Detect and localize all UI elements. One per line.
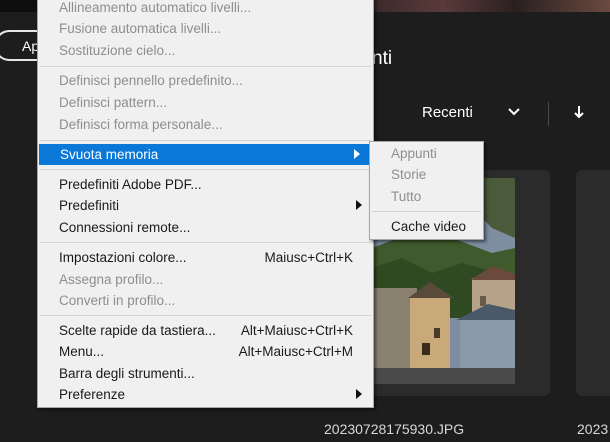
sort-arrow-down-icon[interactable] xyxy=(572,104,586,120)
menu-separator xyxy=(40,242,371,243)
shortcut-label: Maiusc+Ctrl+K xyxy=(264,250,353,265)
menu-item-toolbar[interactable]: Barra degli strumenti... xyxy=(38,363,373,384)
menu-item-presets[interactable]: Predefiniti xyxy=(38,195,373,216)
menu-item-assign-profile[interactable]: Assegna profilo... xyxy=(38,269,373,290)
menu-item-define-pattern[interactable]: Definisci pattern... xyxy=(38,92,373,113)
menu-separator xyxy=(372,211,481,212)
recent-file-card-2[interactable] xyxy=(576,170,610,396)
submenu-item-video-cache[interactable]: Cache video xyxy=(370,216,483,237)
submenu-arrow-icon xyxy=(356,200,362,210)
menu-separator xyxy=(40,66,371,67)
submenu-arrow-icon xyxy=(356,389,362,399)
menu-separator xyxy=(40,169,371,170)
toolbar-divider xyxy=(548,102,549,126)
shortcut-label: Alt+Maiusc+Ctrl+K xyxy=(240,323,353,338)
menu-item-sky-replacement[interactable]: Sostituzione cielo... xyxy=(38,40,373,61)
file-name: 20230728175930.JPG xyxy=(324,421,465,437)
menu-item-define-brush[interactable]: Definisci pennello predefinito... xyxy=(38,70,373,91)
menu-item-remote-connections[interactable]: Connessioni remote... xyxy=(38,217,373,238)
menu-item-purge[interactable]: Svuota memoria xyxy=(39,144,371,165)
menu-item-color-settings[interactable]: Impostazioni colore... Maiusc+Ctrl+K xyxy=(38,247,373,268)
sort-dropdown[interactable]: Recenti xyxy=(422,104,473,121)
menu-item-preferences[interactable]: Preferenze xyxy=(38,384,373,405)
menu-item-keyboard-shortcuts[interactable]: Scelte rapide da tastiera... Alt+Maiusc+C… xyxy=(38,320,373,341)
section-title: nti xyxy=(372,48,393,69)
menu-item-auto-align-layers[interactable]: Allineamento automatico livelli... xyxy=(38,0,373,18)
submenu-item-all[interactable]: Tutto xyxy=(370,186,483,207)
submenu-item-histories[interactable]: Storie xyxy=(370,164,483,185)
menu-item-auto-blend-layers[interactable]: Fusione automatica livelli... xyxy=(38,18,373,39)
edit-menu-dropdown: Allineamento automatico livelli... Fusio… xyxy=(37,0,374,408)
menu-item-menus[interactable]: Menu... Alt+Maiusc+Ctrl+M xyxy=(38,341,373,362)
menu-item-adobe-pdf-presets[interactable]: Predefiniti Adobe PDF... xyxy=(38,174,373,195)
menu-separator xyxy=(40,315,371,316)
purge-submenu: Appunti Storie Tutto Cache video xyxy=(369,141,484,240)
file-name-2: 2023 xyxy=(577,421,609,437)
thumbnail-strip-top xyxy=(372,0,610,12)
chevron-down-icon[interactable] xyxy=(506,104,522,120)
menu-item-define-shape[interactable]: Definisci forma personale... xyxy=(38,114,373,135)
submenu-arrow-icon xyxy=(354,149,360,159)
menu-item-convert-profile[interactable]: Converti in profilo... xyxy=(38,290,373,311)
submenu-item-clipboard[interactable]: Appunti xyxy=(370,143,483,164)
shortcut-label: Alt+Maiusc+Ctrl+M xyxy=(238,344,353,359)
menu-separator xyxy=(40,140,371,141)
